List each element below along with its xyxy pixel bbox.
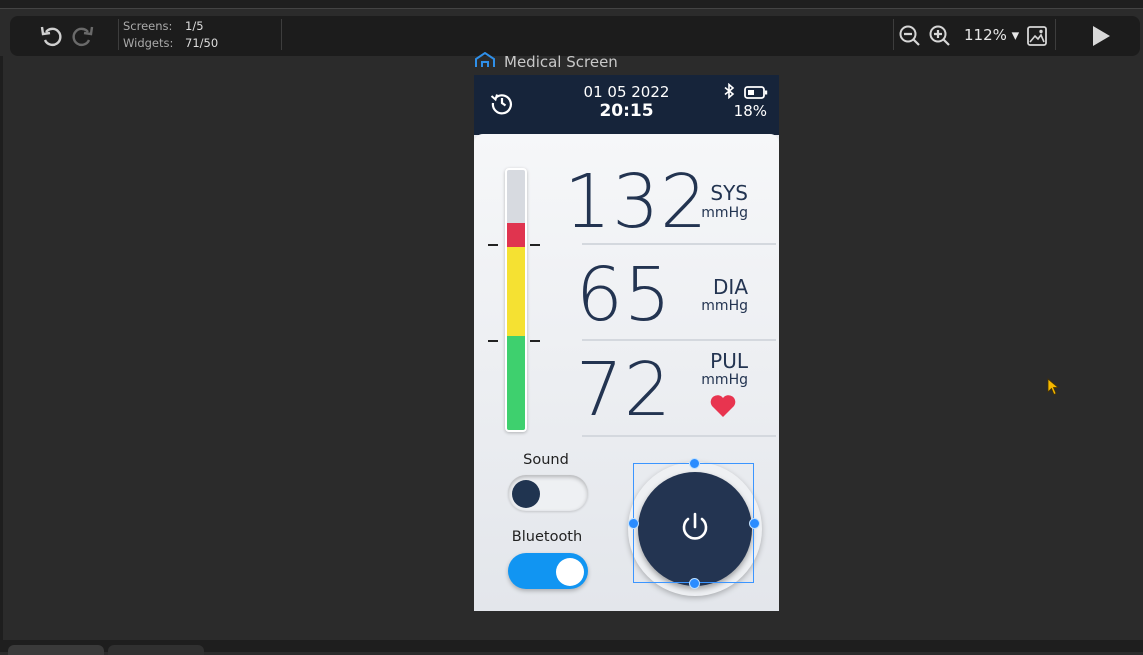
pulse-value: 72 bbox=[575, 347, 672, 433]
gauge-red-zone bbox=[507, 223, 525, 247]
divider-line bbox=[582, 243, 776, 245]
diastolic-unit: mmHg bbox=[701, 298, 748, 314]
gauge-green-zone bbox=[507, 336, 525, 430]
gauge-tick bbox=[530, 340, 540, 342]
divider-line bbox=[582, 339, 776, 341]
sound-label: Sound bbox=[523, 452, 569, 468]
window-top-strip bbox=[0, 0, 1143, 9]
toolbar-divider bbox=[281, 19, 282, 50]
status-header: 01 05 2022 20:15 18% bbox=[474, 75, 779, 135]
diastolic-label: DIA bbox=[713, 275, 748, 299]
toggle-knob bbox=[556, 558, 584, 586]
battery-percentage: 18% bbox=[733, 102, 767, 120]
bottom-tab[interactable] bbox=[108, 645, 204, 655]
gauge-tick bbox=[488, 244, 498, 246]
screens-count: 1/5 bbox=[185, 19, 204, 33]
resize-handle-bottom[interactable] bbox=[689, 578, 700, 589]
heart-icon bbox=[709, 393, 737, 423]
editor-toolbar: Screens: 1/5 Widgets: 71/50 112% ▾ bbox=[10, 16, 1140, 56]
pulse-label: PUL bbox=[710, 349, 748, 373]
play-icon[interactable] bbox=[1086, 22, 1114, 50]
bluetooth-label: Bluetooth bbox=[511, 529, 583, 545]
mouse-cursor-icon bbox=[1047, 378, 1060, 400]
selection-box[interactable] bbox=[633, 463, 754, 583]
left-panel-edge bbox=[0, 56, 3, 640]
resize-handle-top[interactable] bbox=[689, 458, 700, 469]
home-icon bbox=[474, 51, 496, 72]
divider-line bbox=[582, 435, 776, 437]
diastolic-value: 65 bbox=[575, 252, 672, 338]
gauge-yellow-zone bbox=[507, 247, 525, 336]
toolbar-divider bbox=[1055, 19, 1056, 50]
systolic-label: SYS bbox=[710, 181, 748, 205]
gauge-tick bbox=[488, 340, 498, 342]
sound-toggle[interactable] bbox=[508, 475, 588, 511]
zoom-out-icon[interactable] bbox=[896, 22, 924, 50]
zoom-dropdown[interactable]: 112% ▾ bbox=[964, 26, 1019, 44]
widgets-label: Widgets: bbox=[123, 36, 174, 50]
battery-icon bbox=[744, 84, 768, 103]
image-icon[interactable] bbox=[1023, 22, 1051, 50]
toggle-knob bbox=[512, 480, 540, 508]
resize-handle-left[interactable] bbox=[628, 518, 639, 529]
project-stats: Screens: 1/5 Widgets: 71/50 bbox=[123, 18, 218, 52]
widgets-count: 71/50 bbox=[185, 36, 219, 50]
chevron-down-icon: ▾ bbox=[1011, 26, 1020, 44]
bottom-tab[interactable] bbox=[8, 645, 104, 655]
screen-title[interactable]: Medical Screen bbox=[474, 51, 618, 72]
bluetooth-icon bbox=[723, 82, 735, 103]
screens-label: Screens: bbox=[123, 19, 173, 33]
zoom-level: 112% bbox=[964, 26, 1007, 44]
pulse-unit: mmHg bbox=[701, 372, 748, 388]
undo-icon[interactable] bbox=[38, 22, 66, 50]
systolic-unit: mmHg bbox=[701, 205, 748, 221]
resize-handle-right[interactable] bbox=[749, 518, 760, 529]
gauge-tick bbox=[530, 244, 540, 246]
bluetooth-toggle[interactable] bbox=[508, 553, 588, 589]
systolic-value: 132 bbox=[564, 159, 709, 245]
screen-title-text: Medical Screen bbox=[504, 53, 618, 71]
pressure-gauge bbox=[505, 168, 527, 432]
toolbar-divider bbox=[118, 19, 119, 50]
zoom-in-icon[interactable] bbox=[926, 22, 954, 50]
toolbar-divider bbox=[893, 19, 894, 50]
redo-icon[interactable] bbox=[68, 22, 96, 50]
